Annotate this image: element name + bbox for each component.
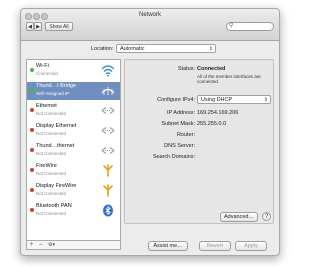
service-status: Connected: [36, 71, 58, 76]
service-item[interactable]: Display Ethernet Not Connected: [27, 122, 120, 140]
status-value: Connected: [197, 66, 226, 72]
search-domains-label: Search Domains:: [152, 154, 195, 160]
configure-ipv4-label: Configure IPv4:: [157, 97, 195, 103]
status-dot: [30, 88, 34, 92]
show-all-button[interactable]: Show All: [45, 22, 73, 31]
status-label: Status:: [177, 66, 195, 72]
firewire-icon: [101, 164, 115, 177]
status-dot: [30, 168, 34, 172]
wifi-icon: [101, 64, 115, 77]
status-dot: [30, 208, 34, 212]
service-name: Bluetooth PAN: [36, 203, 72, 209]
advanced-button[interactable]: Advanced…: [220, 212, 258, 222]
ip-address-label: IP Address:: [166, 110, 195, 116]
status-dot: [30, 148, 34, 152]
network-preferences-window: Network ◀ ▶ Show All ⚲ Location: Automat…: [20, 8, 280, 256]
service-status: Not Connected: [36, 131, 67, 136]
configure-ipv4-value: Using DHCP: [201, 97, 233, 103]
service-status: Not Connected: [36, 191, 67, 196]
service-status: Self-Assigned IP: [36, 91, 70, 96]
ethernet-icon: [101, 124, 115, 137]
service-item[interactable]: Thund…thernet Not Connected: [27, 142, 120, 160]
subnet-mask-value: 255.255.0.0: [197, 121, 227, 127]
service-item[interactable]: Thund…t Bridge Self-Assigned IP: [27, 82, 120, 100]
title-bar: Network ◀ ▶ Show All ⚲: [21, 9, 279, 41]
status-note: All of the member interfaces are connect…: [197, 74, 261, 84]
updown-arrow-icon: ⇕: [263, 97, 268, 103]
bridge-icon: [101, 84, 115, 97]
service-status: Not Connected: [36, 211, 67, 216]
service-status: Not Connected: [36, 111, 67, 116]
service-status: Not Connected: [36, 171, 67, 176]
service-name: Ethernet: [36, 103, 57, 109]
apply-button[interactable]: Apply: [235, 241, 267, 251]
subnet-mask-label: Subnet Mask:: [161, 121, 195, 127]
service-name: FireWire: [36, 163, 57, 169]
forward-button[interactable]: ▶: [34, 22, 42, 31]
service-item[interactable]: Bluetooth PAN Not Connected: [27, 202, 120, 220]
location-select[interactable]: Automatic ⇕: [116, 44, 216, 53]
ethernet-icon: [101, 104, 115, 117]
location-label: Location:: [91, 46, 114, 52]
service-list-controls: + − ⚙▾: [26, 241, 121, 250]
service-item[interactable]: Ethernet Not Connected: [27, 102, 120, 120]
status-dot: [30, 128, 34, 132]
action-menu-button[interactable]: ⚙▾: [48, 241, 55, 249]
service-status: Not Connected: [36, 151, 67, 156]
status-dot: [30, 108, 34, 112]
service-name: Wi-Fi: [36, 63, 49, 69]
service-item[interactable]: Display FireWire Not Connected: [27, 182, 120, 200]
search-input[interactable]: ⚲: [226, 22, 274, 31]
ethernet-icon: [101, 144, 115, 157]
configure-ipv4-select[interactable]: Using DHCP ⇕: [197, 95, 271, 104]
add-service-button[interactable]: +: [30, 241, 34, 249]
ip-address-value: 169.254.169.206: [197, 110, 239, 116]
service-name: Display Ethernet: [36, 123, 77, 129]
service-list[interactable]: Wi-Fi Connected Thund…t Bridge Self-Assigne…: [26, 59, 121, 241]
back-button[interactable]: ◀: [26, 22, 34, 31]
revert-button[interactable]: Revert: [199, 241, 231, 251]
status-dot: [30, 68, 34, 72]
location-value: Automatic: [120, 46, 145, 52]
help-button[interactable]: ?: [262, 212, 271, 221]
service-name: Thund…t Bridge: [36, 83, 77, 89]
service-item[interactable]: FireWire Not Connected: [27, 162, 120, 180]
remove-service-button[interactable]: −: [39, 241, 43, 249]
service-name: Display FireWire: [36, 183, 77, 189]
bluetooth-icon: [101, 204, 115, 217]
router-label: Router:: [176, 132, 195, 138]
status-dot: [30, 188, 34, 192]
dns-server-label: DNS Server:: [164, 143, 195, 149]
window-title: Network: [138, 12, 161, 18]
service-item[interactable]: Wi-Fi Connected: [27, 62, 120, 80]
search-icon: ⚲: [229, 23, 234, 29]
updown-arrow-icon: ⇕: [208, 46, 213, 52]
firewire-icon: [101, 184, 115, 197]
service-name: Thund…thernet: [36, 143, 75, 149]
assist-me-button[interactable]: Assist me…: [148, 241, 188, 251]
